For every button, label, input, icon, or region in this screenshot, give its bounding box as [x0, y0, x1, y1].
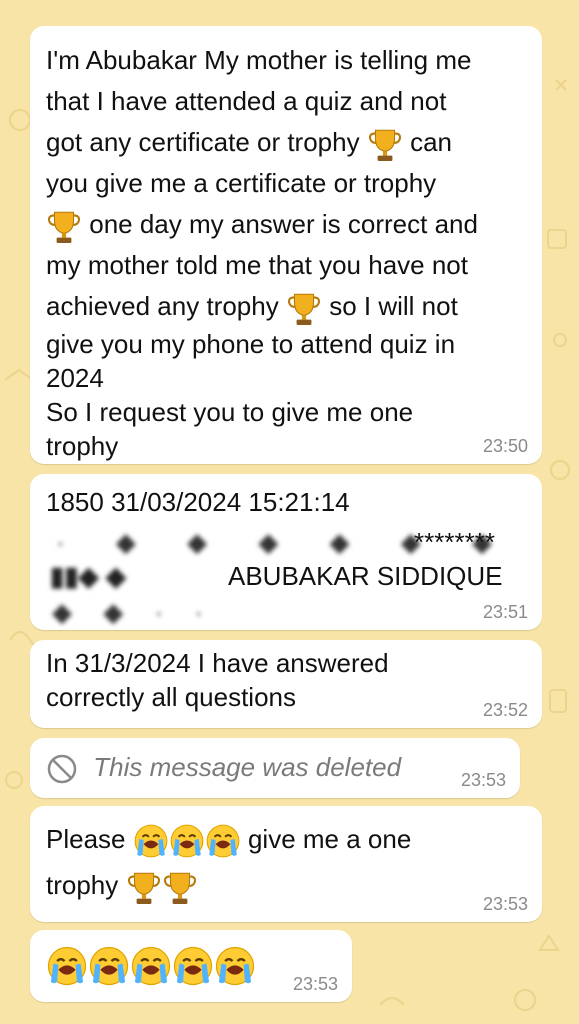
name-text: ABUBAKAR SIDDIQUE [228, 561, 503, 591]
message-line: got any certificate or trophy can [46, 122, 526, 163]
loudly-crying-face-icon [47, 946, 87, 986]
message-bubble-2[interactable]: 1850 31/03/2024 15:21:14 · ◆ ◆ ◆ ◆ ◆ ◆ *… [30, 474, 542, 630]
message-line: 2024 [46, 363, 104, 393]
message-line: In 31/3/2024 I have answered [46, 648, 389, 678]
message-line: you give me a certificate or trophy [46, 168, 437, 198]
loudly-crying-face-icon [205, 824, 240, 858]
loudly-crying-face-icon [89, 946, 129, 986]
trophy-icon [368, 129, 401, 163]
message-time: 23:53 [482, 894, 528, 914]
deleted-message-text: This message was deleted [93, 752, 402, 782]
loudly-crying-face-icon [173, 946, 213, 986]
trophy-icon [287, 293, 320, 327]
trophy-icon [127, 872, 160, 906]
message-line: I'm Abubakar My mother is telling me [46, 45, 472, 75]
redacted-line: · ◆ ◆ ◆ ◆ ◆ ◆ ******** [46, 522, 526, 557]
blurred-redaction: ◆ ◆ · · [52, 597, 215, 627]
message-line: So I request you to give me one [46, 397, 414, 427]
loudly-crying-face-icon [169, 824, 204, 858]
message-bubble-6[interactable]: 23:53 [30, 930, 352, 1002]
loudly-crying-face-icon [215, 946, 255, 986]
prohibited-icon [47, 754, 77, 784]
message-time: 23:53 [460, 770, 506, 790]
trophy-icon [163, 872, 196, 906]
trophy-icon [47, 211, 81, 245]
message-time: 23:51 [482, 602, 528, 622]
message-line: give you my phone to attend quiz in [46, 329, 456, 359]
deleted-message-bubble[interactable]: This message was deleted 23:53 [30, 738, 520, 798]
message-time: 23:50 [482, 436, 528, 456]
loudly-crying-face-icon [131, 946, 171, 986]
message-time: 23:53 [292, 974, 338, 994]
emoji-row [46, 946, 256, 986]
redacted-line: ▮▮◆ ◆ ABUBAKAR SIDDIQUE [46, 556, 526, 592]
message-bubble-1[interactable]: I'm Abubakar My mother is telling me tha… [30, 26, 542, 464]
blurred-redaction: ▮▮◆ ◆ [50, 561, 126, 591]
message-line: correctly all questions [46, 682, 296, 712]
message-bubble-3[interactable]: In 31/3/2024 I have answered correctly a… [30, 640, 542, 728]
message-time: 23:52 [482, 700, 528, 720]
message-line: trophy [46, 862, 526, 908]
message-line: that I have attended a quiz and not [46, 86, 447, 116]
message-line: Please give me a one [46, 816, 526, 862]
message-line: achieved any trophy so I will not [46, 286, 526, 327]
message-line: one day my answer is correct and [46, 204, 526, 245]
loudly-crying-face-icon [133, 824, 168, 858]
redacted-line: ◆ ◆ · · [46, 592, 526, 627]
message-line: trophy [46, 431, 119, 461]
message-bubble-5[interactable]: Please give me a one trophy 23:53 [30, 806, 542, 922]
message-line: my mother told me that you have not [46, 250, 468, 280]
message-line: 1850 31/03/2024 15:21:14 [46, 487, 350, 517]
